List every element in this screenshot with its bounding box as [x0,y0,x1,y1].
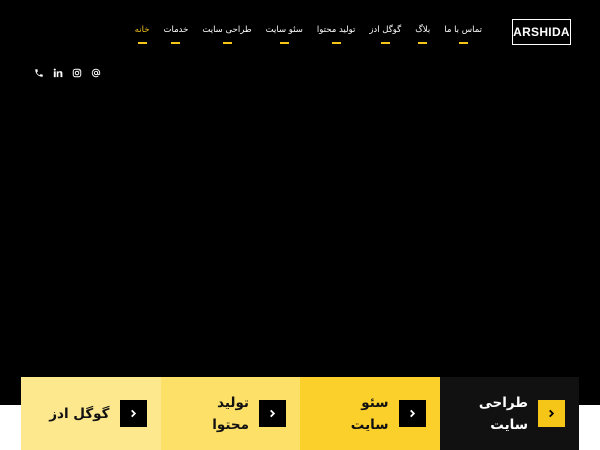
instagram-icon[interactable] [72,68,82,78]
nav-item-blog[interactable]: بلاگ [408,25,437,44]
nav-underline [171,42,181,44]
nav-item-services[interactable]: خدمات [157,25,196,44]
linkedin-icon[interactable] [53,68,63,78]
nav-item-contact[interactable]: تماس با ما [437,25,489,44]
brand-logo[interactable]: ARSHIDA [512,19,571,45]
nav-item-content[interactable]: تولید محتوا [310,25,362,44]
email-icon[interactable] [91,68,101,78]
nav-underline [418,42,428,44]
service-card-title: طراحی سایت [478,394,528,433]
nav-item-label: طراحی سایت [202,25,252,35]
nav-underline [458,42,468,44]
chevron-right-icon[interactable] [538,400,565,427]
chevron-right-icon[interactable] [119,400,147,427]
service-card-google-ads[interactable]: گوگل ادز [21,377,161,450]
nav-item-web-design[interactable]: طراحی سایت [195,25,258,44]
chevron-right-icon[interactable] [259,400,286,427]
nav-item-label: گوگل ادز [369,25,402,35]
service-card-title: گوگل ادز [49,405,110,422]
nav-item-seo[interactable]: سئو سایت [259,25,310,44]
service-cards: طراحی سایت سئو سایت تولید محتوا گوگل ادز [21,377,579,450]
chevron-right-icon[interactable] [398,400,426,427]
nav-underline [279,42,289,44]
nav-underline [222,42,232,44]
nav-item-label: سئو سایت [265,25,303,35]
nav-item-label: بلاگ [415,25,431,35]
nav-item-label: تماس با ما [444,25,482,35]
nav-item-home[interactable]: خانه [128,25,157,44]
service-card-title: تولید محتوا [212,394,249,433]
nav-underline [331,42,341,44]
phone-icon[interactable] [34,68,44,78]
nav-item-google-ads[interactable]: گوگل ادز [362,25,408,44]
nav-item-label: خدمات [163,25,189,35]
main-nav: خانه خدمات طراحی سایت سئو سایت تولید محت… [128,25,489,44]
nav-underline [380,42,390,44]
nav-item-label: خانه [134,25,150,35]
service-card-web-design[interactable]: طراحی سایت [439,377,579,450]
service-card-content[interactable]: تولید محتوا [160,377,300,450]
social-links [34,68,101,78]
brand-logo-text: ARSHIDA [513,25,570,39]
service-card-seo[interactable]: سئو سایت [300,377,440,450]
nav-item-label: تولید محتوا [316,25,356,35]
service-card-title: سئو سایت [350,394,389,433]
nav-underline [137,42,147,44]
